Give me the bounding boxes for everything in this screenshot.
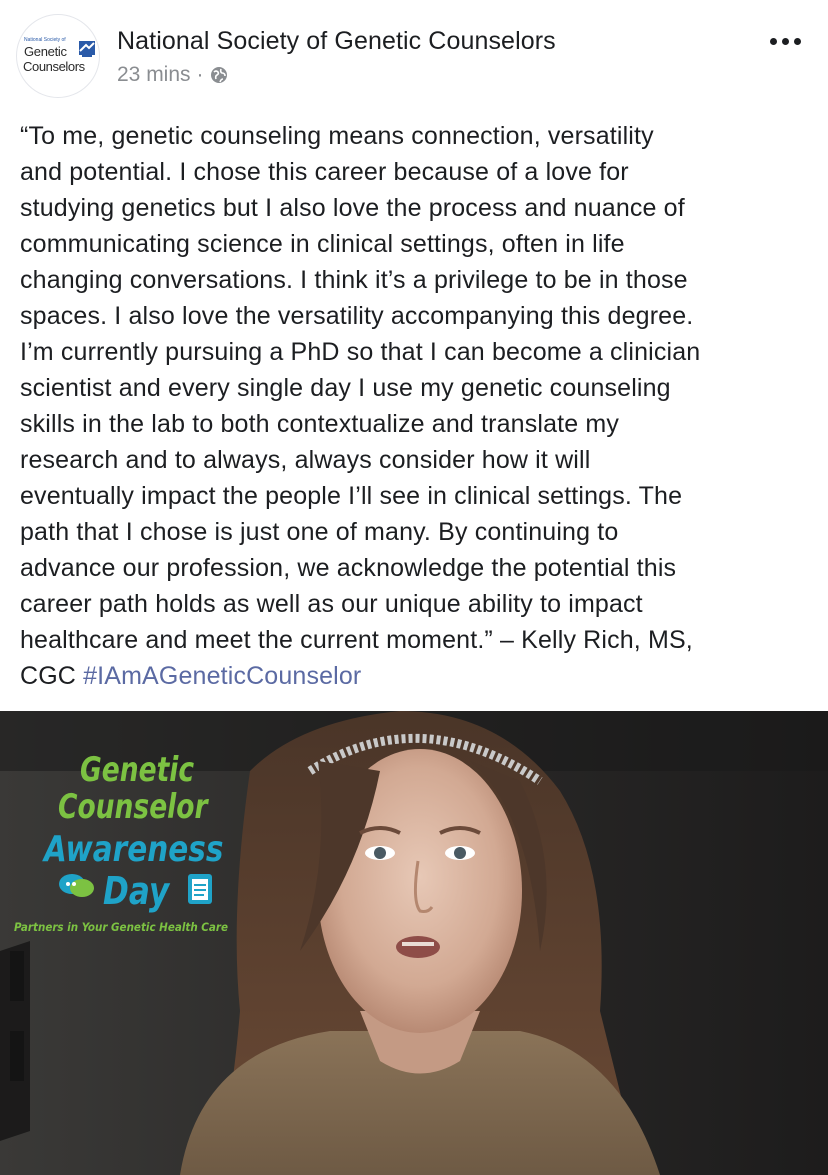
- globe-icon: [210, 67, 227, 83]
- post-text-line: spaces. I also love the versatility acco…: [20, 302, 694, 330]
- post-text: “To me, genetic counseling means connect…: [20, 118, 812, 694]
- post-text-line: advance our profession, we acknowledge t…: [20, 554, 677, 582]
- post-text-line: “To me, genetic counseling means connect…: [20, 122, 654, 150]
- avatar-line1: Genetic: [24, 44, 67, 59]
- video-frame: Genetic Counselor Awareness Day Partners…: [0, 711, 828, 1175]
- clipboard-icon: [188, 874, 212, 904]
- post-time[interactable]: 23 mins: [117, 63, 191, 87]
- post-text-line: healthcare and meet the current moment.”…: [20, 626, 693, 654]
- video-player[interactable]: Genetic Counselor Awareness Day Partners…: [0, 711, 828, 1175]
- post-text-line: studying genetics but I also love the pr…: [20, 194, 685, 222]
- avatar-small-text: National Society of: [24, 37, 66, 43]
- meta-separator: ·: [196, 63, 204, 86]
- post-text-line: path that I chose is just one of many. B…: [20, 518, 619, 546]
- banner-line1: Genetic: [80, 751, 194, 790]
- banner-line3: Awareness: [41, 827, 223, 870]
- hashtag-link[interactable]: #IAmAGeneticCounselor: [83, 662, 361, 690]
- post-text-line: I’m currently pursuing a PhD so that I c…: [20, 338, 701, 366]
- post-header: National Society of Genetic Counselors N…: [0, 0, 828, 104]
- banner-tagline: Partners in Your Genetic Health Care: [14, 920, 228, 934]
- logo-mark-icon: [79, 41, 95, 57]
- post-text-line: skills in the lab to both contextualize …: [20, 410, 620, 438]
- post-text-line: and potential. I chose this career becau…: [20, 158, 629, 186]
- page-name-link[interactable]: National Society of Genetic Counselors: [117, 27, 556, 56]
- post-text-line: eventually impact the people I’ll see in…: [20, 482, 683, 510]
- more-options-icon[interactable]: [770, 38, 801, 45]
- post-text-line: scientist and every single day I use my …: [20, 374, 671, 402]
- avatar-line2: Counselors: [23, 59, 85, 74]
- post-text-prefix: CGC: [20, 662, 84, 690]
- banner-line2: Counselor: [58, 788, 209, 827]
- post-text-line: career path holds as well as our unique …: [20, 590, 643, 618]
- post-text-line: communicating science in clinical settin…: [20, 230, 625, 258]
- page-avatar[interactable]: National Society of Genetic Counselors: [16, 14, 100, 98]
- post-meta: 23 mins ·: [117, 63, 228, 87]
- post-text-line: changing conversations. I think it’s a p…: [20, 266, 688, 294]
- post-text-last-line: CGC #IAmAGeneticCounselor: [20, 658, 812, 694]
- post-text-line: research and to always, always consider …: [20, 446, 591, 474]
- banner-line4: Day: [103, 870, 170, 914]
